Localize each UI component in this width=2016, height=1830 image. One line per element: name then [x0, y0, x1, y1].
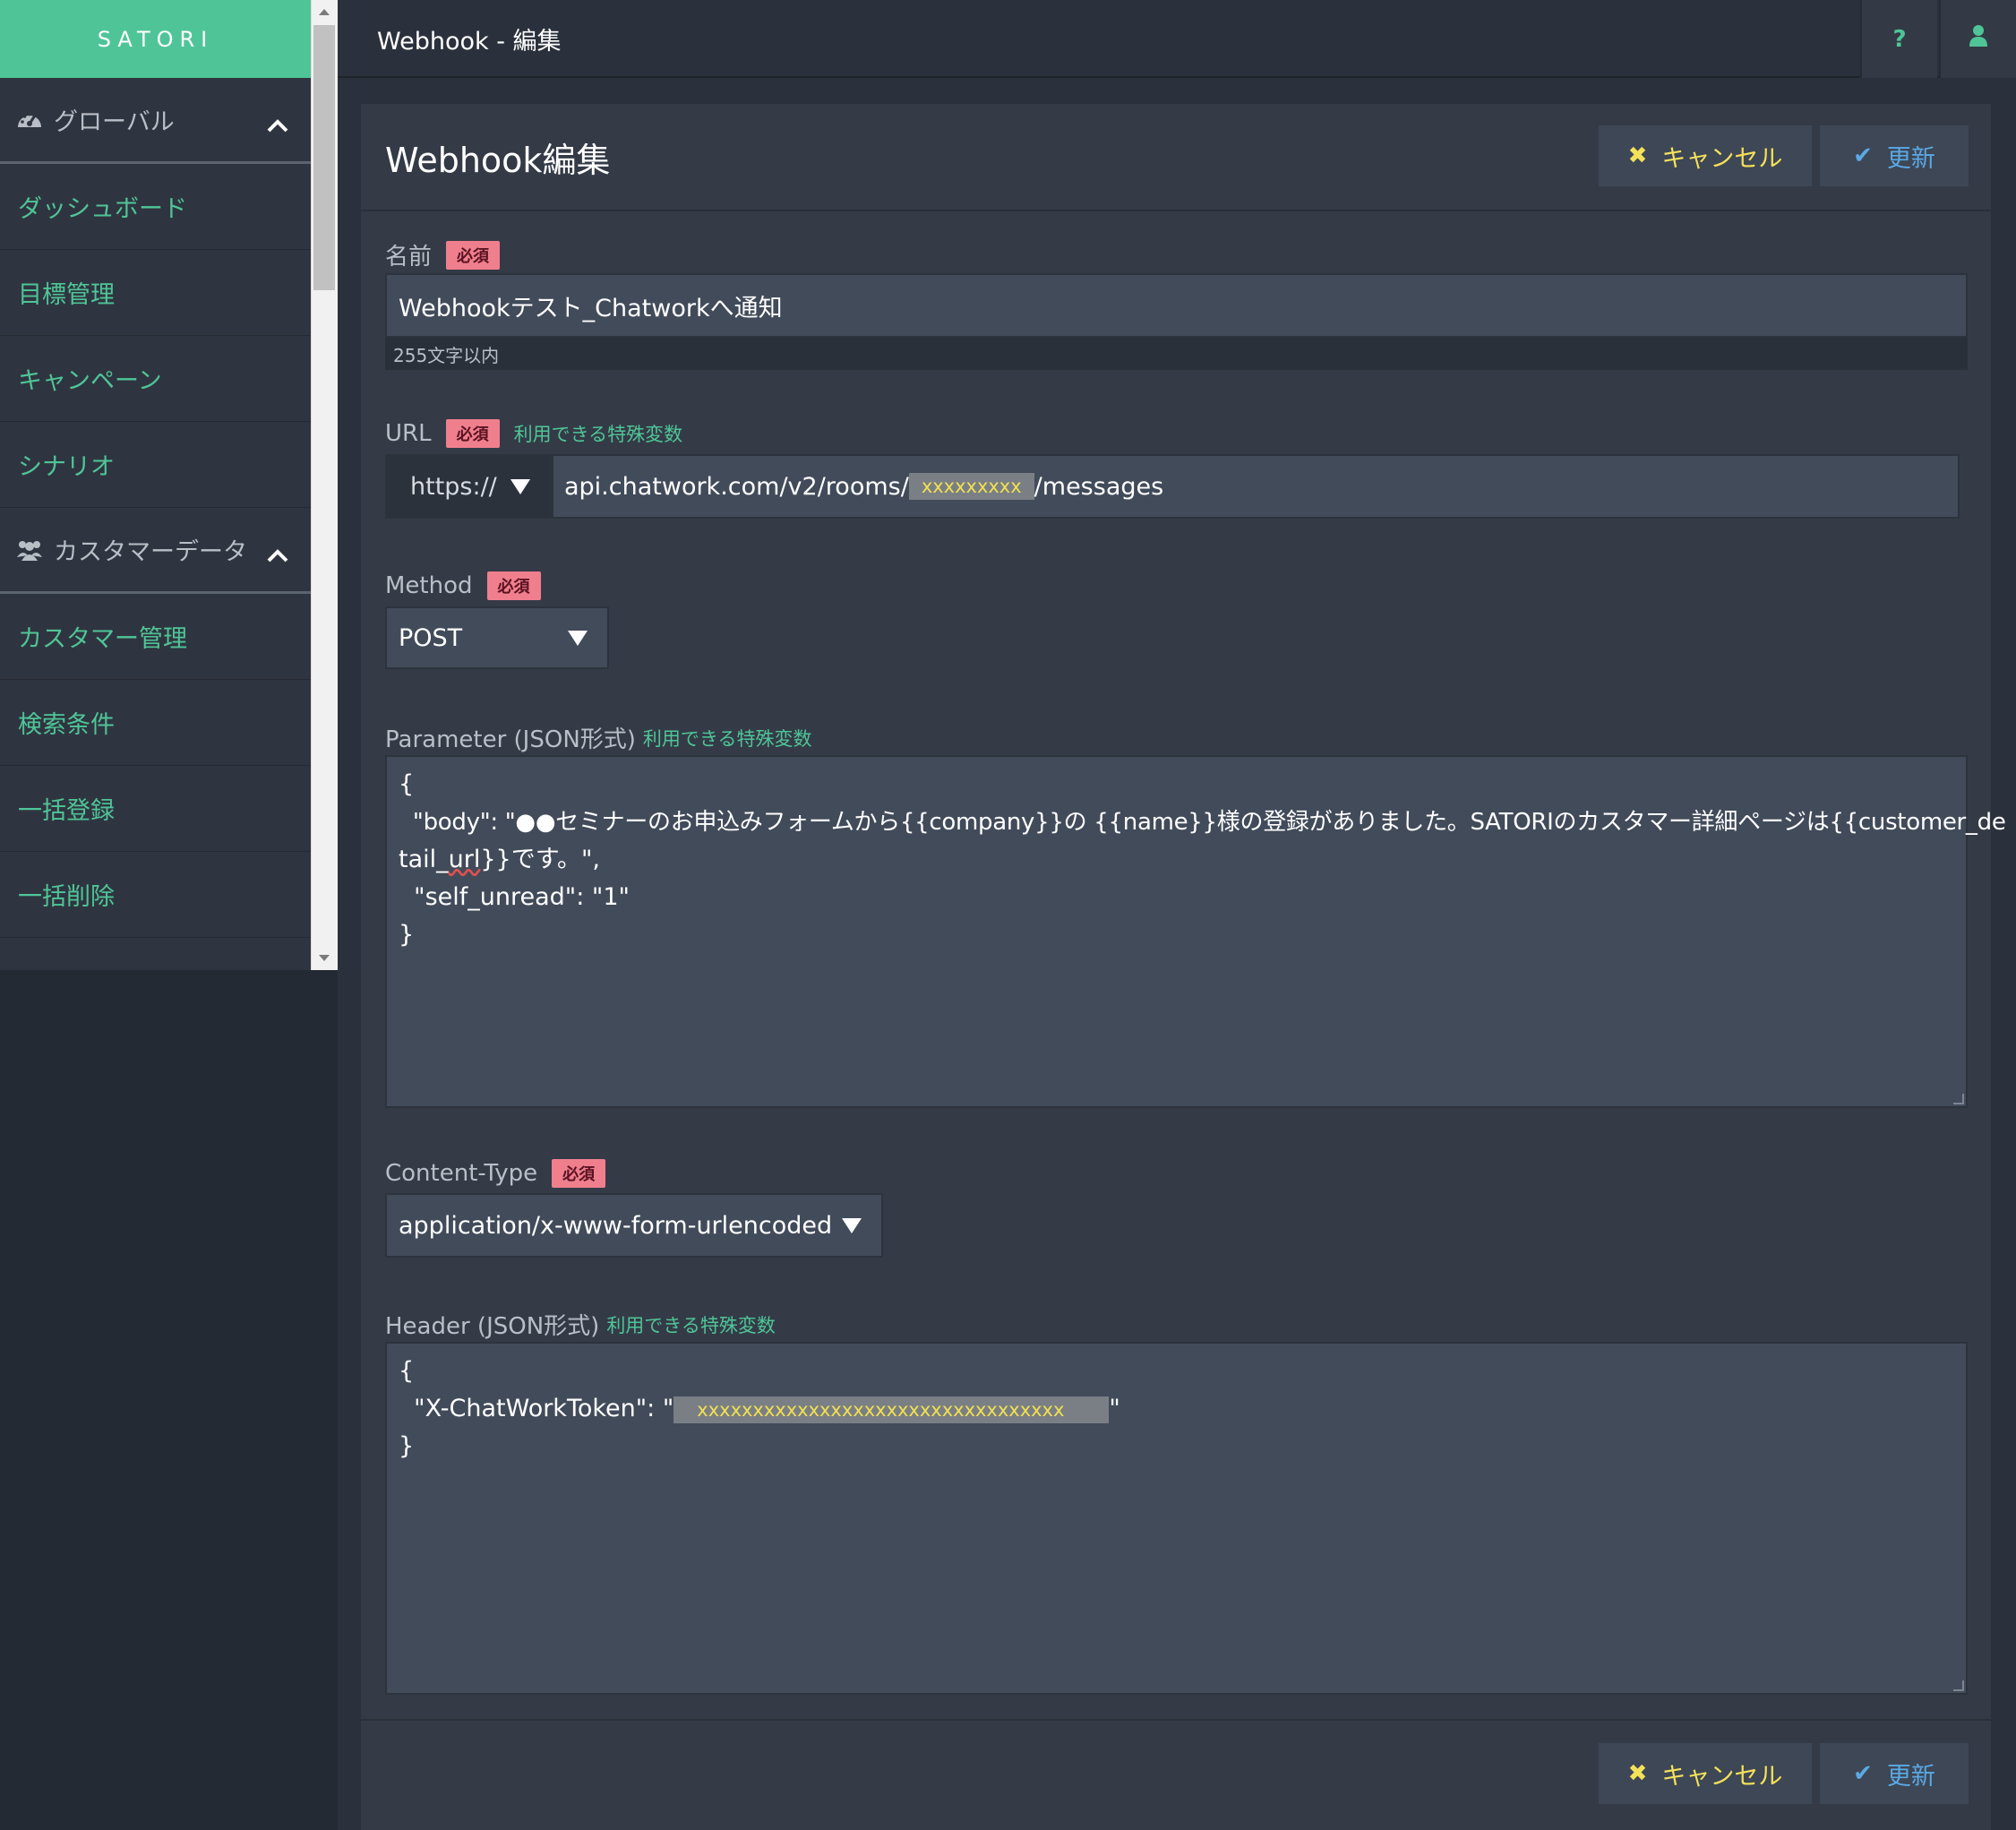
sidebar-group-customer[interactable]: カスタマーデータ: [0, 508, 311, 594]
content-type-value: application/x-www-form-urlencoded: [399, 1211, 833, 1240]
param-segment: tail_: [399, 846, 449, 873]
url-scheme-select[interactable]: https://: [385, 454, 552, 519]
name-field-label: 名前 必須: [385, 238, 501, 271]
name-label-text: 名前: [385, 244, 433, 271]
header-line: {: [399, 1357, 415, 1385]
update-button-bottom[interactable]: ✔ 更新: [1820, 1743, 1969, 1804]
dashboard-gauge-icon: [16, 107, 43, 133]
param-line: tail_url}}です。",: [399, 841, 1954, 879]
method-value: POST: [399, 623, 463, 652]
sidebar-item-bulk-delete[interactable]: 一括削除: [0, 852, 311, 938]
header-token-close-quote: ": [1109, 1395, 1120, 1422]
update-label: 更新: [1886, 1762, 1935, 1791]
name-input-value: Webhookテスト_Chatworkへ通知: [399, 294, 783, 322]
parameter-label-text: Parameter (JSON形式): [385, 726, 636, 753]
user-menu-button[interactable]: [1939, 0, 2016, 78]
sidebar-item-dashboard[interactable]: ダッシュボード: [0, 164, 311, 250]
sidebar-item-campaign[interactable]: キャンペーン: [0, 336, 311, 422]
header-line: }: [399, 1432, 415, 1460]
url-suffix: /messages: [1034, 472, 1164, 501]
sidebar-item-scenario[interactable]: シナリオ: [0, 422, 311, 508]
method-field-label: Method 必須: [385, 571, 541, 600]
cancel-label: キャンセル: [1661, 1762, 1783, 1791]
cancel-label: キャンセル: [1661, 144, 1783, 173]
brand-logo[interactable]: SATORI: [0, 0, 311, 78]
special-variables-link[interactable]: 利用できる特殊変数: [514, 420, 683, 447]
sidebar-group-label: カスタマーデータ: [54, 538, 247, 566]
scroll-down-arrow-icon[interactable]: [319, 955, 330, 961]
param-line: "self_unread": "1": [399, 883, 630, 911]
sidebar-item-goals[interactable]: 目標管理: [0, 250, 311, 336]
content-type-label-text: Content-Type: [385, 1160, 538, 1187]
url-scheme-value: https://: [410, 472, 497, 501]
scrollbar-thumb[interactable]: [313, 25, 335, 290]
check-icon: ✔: [1853, 1760, 1873, 1787]
sidebar-item-search-conditions[interactable]: 検索条件: [0, 680, 311, 766]
sidebar-group-label: グローバル: [54, 108, 175, 136]
param-line: }: [399, 921, 415, 949]
sidebar-scrollbar[interactable]: [311, 0, 338, 970]
chevron-up-icon: [266, 112, 289, 132]
topbar: Webhook - 編集 ?: [338, 0, 2016, 78]
help-icon: ?: [1892, 25, 1907, 53]
sidebar: SATORI グローバル ダッシュボード 目標管理 キャンペーン シナリオ カス…: [0, 0, 338, 1830]
param-segment: }}です。",: [480, 846, 601, 873]
sidebar-item-customer-management[interactable]: カスタマー管理: [0, 594, 311, 680]
scroll-up-arrow-icon[interactable]: [319, 9, 330, 15]
dropdown-arrow-icon: [568, 631, 588, 646]
card-header: Webhook編集 ✖ キャンセル ✔ 更新: [361, 104, 1991, 211]
user-icon: [1969, 24, 1988, 54]
required-badge: 必須: [486, 571, 541, 600]
content-type-select[interactable]: application/x-www-form-urlencoded: [385, 1193, 883, 1258]
card-footer-divider: [361, 1719, 1991, 1721]
name-hint: 255文字以内: [385, 338, 1968, 370]
spellcheck-underline: url: [448, 846, 481, 873]
page-title: Webhook - 編集: [377, 28, 562, 56]
cancel-button-top[interactable]: ✖ キャンセル: [1599, 125, 1812, 186]
method-select[interactable]: POST: [385, 606, 609, 669]
update-button-top[interactable]: ✔ 更新: [1820, 125, 1969, 186]
name-input[interactable]: Webhookテスト_Chatworkへ通知: [385, 273, 1968, 338]
users-icon: [16, 537, 43, 563]
url-field-label: URL 必須 利用できる特殊変数: [385, 419, 682, 448]
resize-handle-icon[interactable]: [1953, 1680, 1964, 1691]
update-label: 更新: [1886, 144, 1935, 173]
parameter-textarea[interactable]: { "body": "●●セミナーのお申込みフォームから{{company}}の…: [385, 755, 2006, 1108]
required-badge: 必須: [445, 419, 500, 448]
method-label-text: Method: [385, 572, 473, 599]
required-badge: 必須: [446, 240, 501, 270]
card-title: Webhook編集: [385, 140, 611, 180]
check-icon: ✔: [1853, 142, 1873, 169]
cancel-button-bottom[interactable]: ✖ キャンセル: [1599, 1743, 1812, 1804]
header-label-text: Header (JSON形式): [385, 1313, 600, 1340]
dropdown-arrow-icon: [842, 1218, 862, 1233]
webhook-edit-card: Webhook編集 ✖ キャンセル ✔ 更新 名前 必須 Webhookテスト_…: [361, 104, 2006, 1830]
sidebar-item-bulk-register[interactable]: 一括登録: [0, 766, 311, 852]
header-field-label: Header (JSON形式) 利用できる特殊変数: [385, 1308, 776, 1341]
close-icon: ✖: [1627, 1760, 1648, 1787]
help-button[interactable]: ?: [1860, 0, 1937, 78]
chevron-up-icon: [266, 542, 289, 562]
sidebar-nav: グローバル ダッシュボード 目標管理 キャンペーン シナリオ カスタマーデータ: [0, 78, 311, 970]
url-masked-room-id: xxxxxxxxx: [908, 473, 1034, 500]
resize-handle-icon[interactable]: [1953, 1094, 1964, 1104]
url-label-text: URL: [385, 420, 432, 447]
special-variables-link[interactable]: 利用できる特殊変数: [606, 1311, 776, 1338]
required-badge: 必須: [552, 1159, 606, 1188]
param-line: "body": "●●セミナーのお申込みフォームから{{company}}の {…: [399, 809, 2006, 836]
header-token-masked: xxxxxxxxxxxxxxxxxxxxxxxxxxxxxxxxx: [673, 1396, 1110, 1423]
content-type-field-label: Content-Type 必須: [385, 1159, 606, 1188]
header-textarea[interactable]: { "X-ChatWorkToken": " xxxxxxxxxxxxxxxxxx…: [385, 1342, 1968, 1695]
sidebar-group-global[interactable]: グローバル: [0, 78, 311, 164]
url-prefix: api.chatwork.com/v2/rooms/: [564, 472, 909, 501]
header-line: "X-ChatWorkToken": " xxxxxxxxxxxxxxxxxxxx…: [399, 1390, 1954, 1428]
url-input[interactable]: api.chatwork.com/v2/rooms/ xxxxxxxxx /me…: [552, 454, 1960, 519]
param-line: {: [399, 770, 415, 798]
close-icon: ✖: [1627, 142, 1648, 169]
header-token-key: "X-ChatWorkToken": ": [399, 1395, 674, 1422]
special-variables-link[interactable]: 利用できる特殊変数: [643, 725, 812, 752]
dropdown-arrow-icon: [510, 479, 530, 494]
parameter-field-label: Parameter (JSON形式) 利用できる特殊変数: [385, 721, 812, 754]
